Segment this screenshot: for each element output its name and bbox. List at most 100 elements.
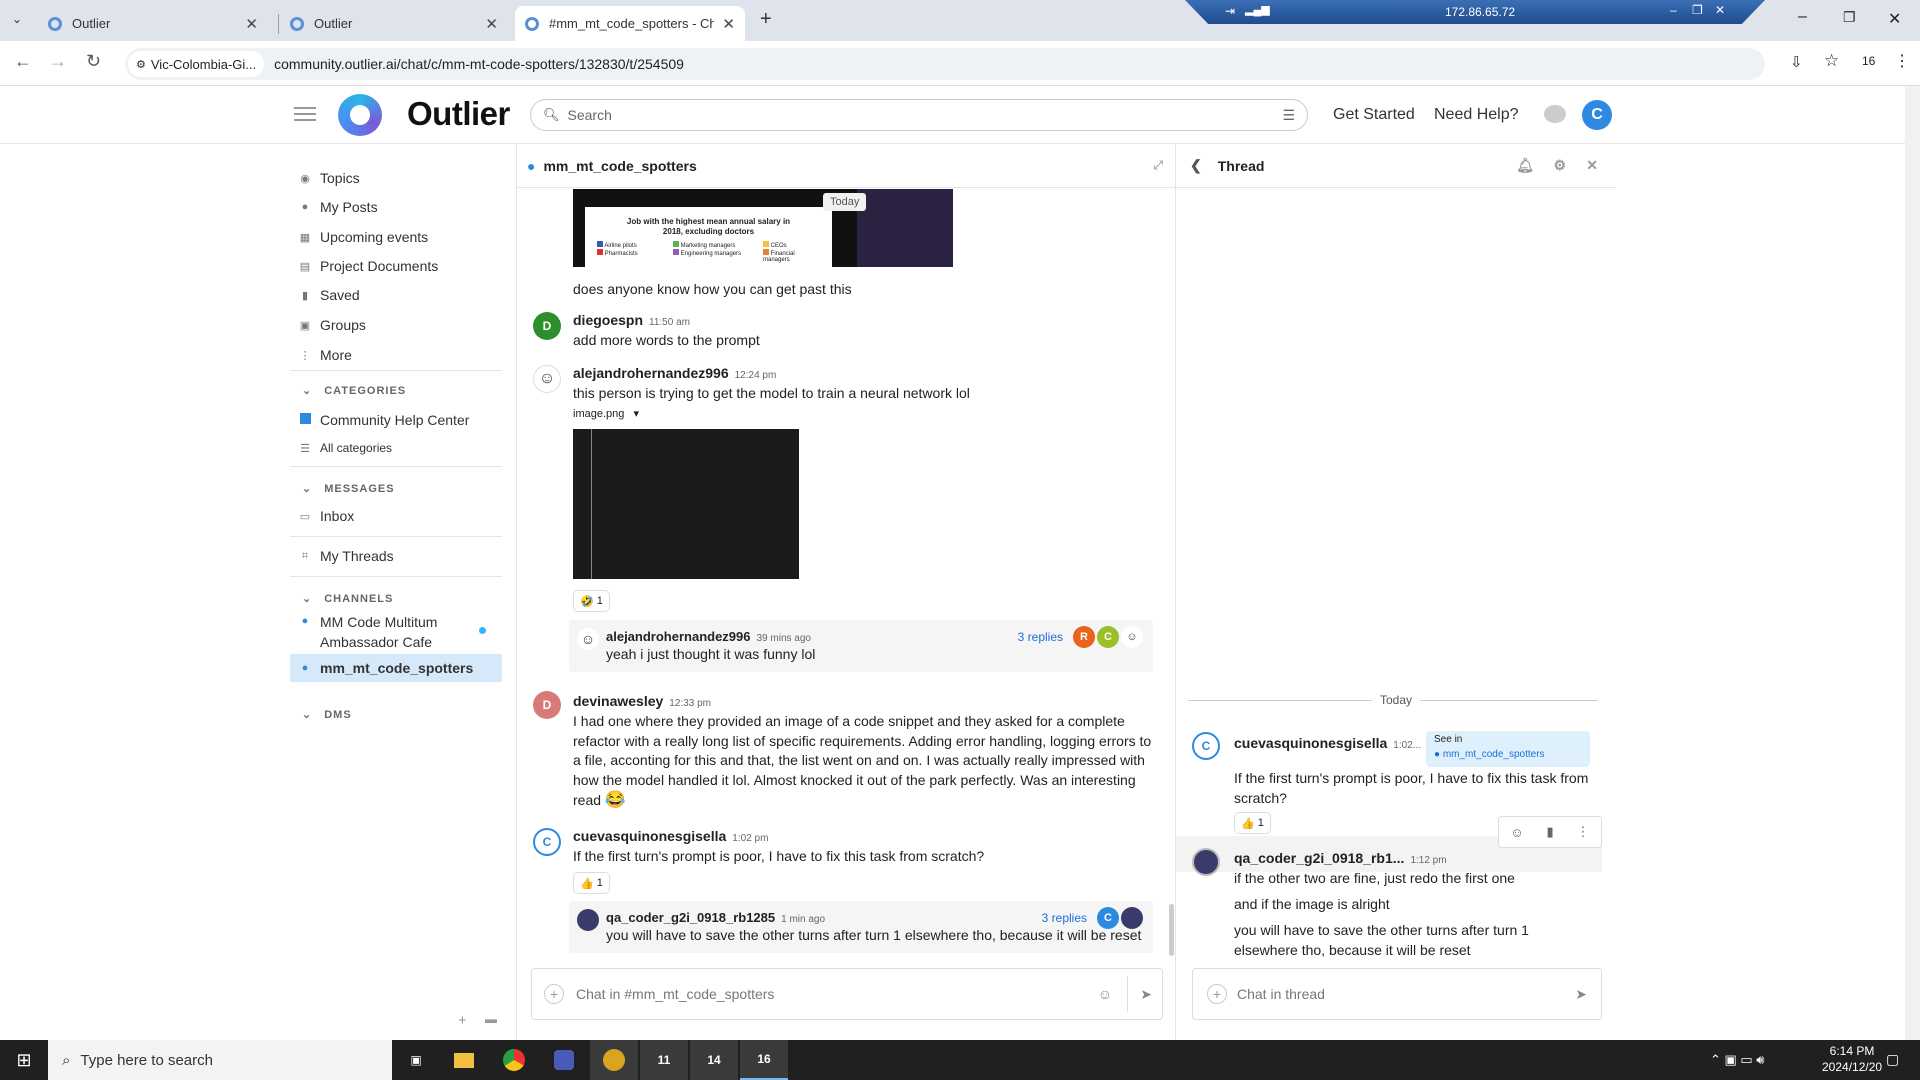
thread-preview[interactable]: ☺ alejandrohernandez996 39 mins ago yeah … [569,620,1153,672]
image-preview[interactable]: Job with the highest mean annual salary … [573,189,953,267]
avatar[interactable]: C [1192,732,1220,760]
caret-down-icon[interactable]: ▾ [633,408,639,420]
participant-avatar[interactable]: R [1073,626,1095,648]
avatar[interactable]: D [533,691,561,719]
add-icon[interactable]: + [458,1012,467,1029]
sidebar-item-community-help-center[interactable]: Community Help Center [290,406,502,434]
bell-icon[interactable]: 🔔︎ [1516,157,1534,174]
send-icon[interactable]: ➤ [1127,976,1152,1012]
app-logo-text[interactable]: Outlier [407,95,510,133]
sidebar-item-upcoming-events[interactable]: ▦ Upcoming events [290,223,502,251]
attachment-name[interactable]: image.png ▾ [573,407,1193,420]
search-input[interactable]: 🔍︎ Search ☰ [530,99,1308,131]
username[interactable]: diegoespn [573,312,643,328]
chat-bubble-icon[interactable] [1544,105,1566,123]
get-started-link[interactable]: Get Started [1333,106,1415,124]
sidebar-channel-mm-mt-code-spotters[interactable]: ● mm_mt_code_spotters [290,654,502,682]
categories-header[interactable]: ⌄ CATEGORIES [290,384,406,397]
browser-tab-active[interactable]: #mm_mt_code_spotters - Chat ✕ [515,6,745,41]
profile-counter[interactable]: 16 [1862,54,1875,68]
thread-composer[interactable]: + Chat in thread ➤ [1192,968,1602,1020]
avatar-sketch-icon[interactable]: ☺ [577,628,599,650]
clock[interactable]: 6:14 PM 2024/12/20 [1822,1044,1882,1074]
sidebar-item-topics[interactable]: ◉ Topics [290,164,502,192]
new-tab-button[interactable]: + [760,8,772,31]
tab-search-icon[interactable]: ⌄ [12,12,22,26]
participant-avatar[interactable]: C [1097,626,1119,648]
sidebar-item-my-posts[interactable]: ● My Posts [290,193,502,221]
app-badge-11[interactable]: 11 [640,1040,688,1080]
username[interactable]: cuevasquinonesgisella [573,828,726,844]
sidebar-item-my-threads[interactable]: ⌗ My Threads [290,542,502,570]
window-minimize-icon[interactable]: – [1798,8,1807,26]
reaction-pill[interactable]: 👍 1 [573,872,610,894]
close-icon[interactable]: ✕ [1586,157,1598,174]
chrome-icon[interactable] [490,1040,538,1080]
tray-icons[interactable]: ⌃ ▣ ▭ 🔊︎ [1710,1052,1764,1068]
more-vertical-icon[interactable]: ⋮ [1577,824,1590,840]
participant-sketch-icon[interactable]: ☺ [1121,626,1143,648]
channels-header[interactable]: ⌄ CHANNELS [290,592,393,605]
channel-title[interactable]: mm_mt_code_spotters [543,158,696,174]
avatar-photo[interactable] [1192,848,1220,876]
username[interactable]: devinawesley [573,693,663,709]
chat-composer[interactable]: + Chat in #mm_mt_code_spotters ☺ ➤ [531,968,1163,1020]
outlier-logo-icon[interactable] [338,94,382,136]
reload-icon[interactable]: ↻ [86,51,101,72]
pin-icon[interactable]: ⇥ [1225,4,1235,18]
add-reaction-icon[interactable]: ☺ [1510,825,1523,840]
messages-header[interactable]: ⌄ MESSAGES [290,482,395,495]
bookmark-star-icon[interactable]: ☆ [1824,51,1839,71]
reaction-pill[interactable]: 👍 1 [1234,812,1271,834]
search-filter-icon[interactable]: ☰ [1282,107,1295,124]
site-info-chip[interactable]: ⚙ Vic-Colombia-Gi... [128,51,265,77]
chevron-left-icon[interactable]: ❮ [1190,157,1202,174]
hamburger-menu-icon[interactable] [294,103,316,125]
app-badge-16[interactable]: 16 [740,1040,788,1080]
app-badge-14[interactable]: 14 [690,1040,738,1080]
need-help-link[interactable]: Need Help? [1434,106,1519,124]
add-attachment-icon[interactable]: + [544,984,564,1004]
tab-close-icon[interactable]: ✕ [722,15,735,33]
reaction-pill[interactable]: 🤣 1 [573,590,610,612]
username[interactable]: qa_coder_g2i_0918_rb1... [1234,850,1404,866]
username[interactable]: qa_coder_g2i_0918_rb1285 [606,910,775,925]
username[interactable]: cuevasquinonesgisella [1234,735,1387,751]
page-scrollbar[interactable] [1905,86,1920,1040]
avatar[interactable]: C [533,828,561,856]
replies-link[interactable]: 3 replies [1042,911,1087,925]
send-icon[interactable]: ➤ [1575,986,1587,1003]
taskbar-search-input[interactable]: ⌕ Type here to search [48,1040,392,1080]
sidebar-item-all-categories[interactable]: ☰ All categories [290,434,502,462]
window-close-icon[interactable]: ✕ [1888,9,1901,29]
url-text[interactable]: community.outlier.ai/chat/c/mm-mt-code-s… [274,56,684,72]
browser-menu-icon[interactable]: ⋮ [1894,51,1910,71]
bookmark-icon[interactable]: ▮ [1547,824,1554,840]
file-explorer-icon[interactable] [440,1040,488,1080]
replies-link[interactable]: 3 replies [1018,630,1063,644]
participant-avatar-photo[interactable] [1121,907,1143,929]
windows-start-icon[interactable]: ⊞ [0,1040,48,1080]
forward-arrow-icon[interactable]: → [49,51,67,72]
attachment-image[interactable] [573,429,799,579]
window-maximize-icon[interactable]: ❐ [1843,9,1856,26]
keyboard-icon[interactable]: ▬ [485,1012,497,1026]
expand-icon[interactable]: ⤢ [1153,158,1163,173]
remote-restore-icon[interactable]: ❐ [1692,3,1703,17]
avatar-sketch-icon[interactable]: ☺ [533,365,561,393]
avatar[interactable]: D [533,312,561,340]
scrollbar[interactable] [1169,904,1174,956]
gear-icon[interactable]: ⚙ [1553,157,1566,174]
dms-header[interactable]: ⌄ DMS [290,708,352,721]
see-in-channel-tooltip[interactable]: See in ● mm_mt_code_spotters [1426,731,1590,767]
sidebar-item-inbox[interactable]: ▭ Inbox [290,502,502,530]
see-in-channel-link[interactable]: mm_mt_code_spotters [1443,749,1545,760]
thread-preview[interactable]: qa_coder_g2i_0918_rb1285 1 min ago you wi… [569,901,1153,953]
sidebar-item-more[interactable]: ⋮ More [290,341,502,369]
sidebar-item-project-documents[interactable]: ▤ Project Documents [290,252,502,280]
sidebar-channel-mm-code-multitum[interactable]: ● MM Code Multitum Ambassador Cafe [290,612,502,654]
back-arrow-icon[interactable]: ← [14,51,32,72]
app-icon[interactable] [590,1040,638,1080]
tab-close-icon[interactable]: ✕ [485,15,498,33]
sidebar-item-groups[interactable]: ▣ Groups [290,311,502,339]
